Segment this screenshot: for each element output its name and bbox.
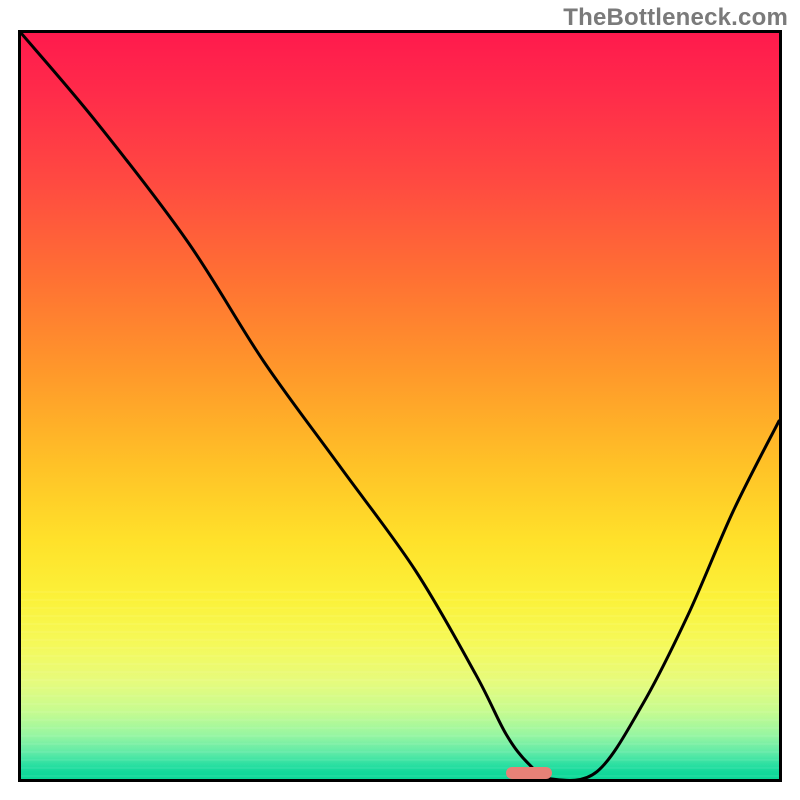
- chart-stage: TheBottleneck.com: [0, 0, 800, 800]
- optimal-range-marker: [506, 767, 551, 779]
- watermark-text: TheBottleneck.com: [563, 4, 788, 32]
- plot-frame: [18, 30, 782, 782]
- bottleneck-curve: [21, 33, 779, 779]
